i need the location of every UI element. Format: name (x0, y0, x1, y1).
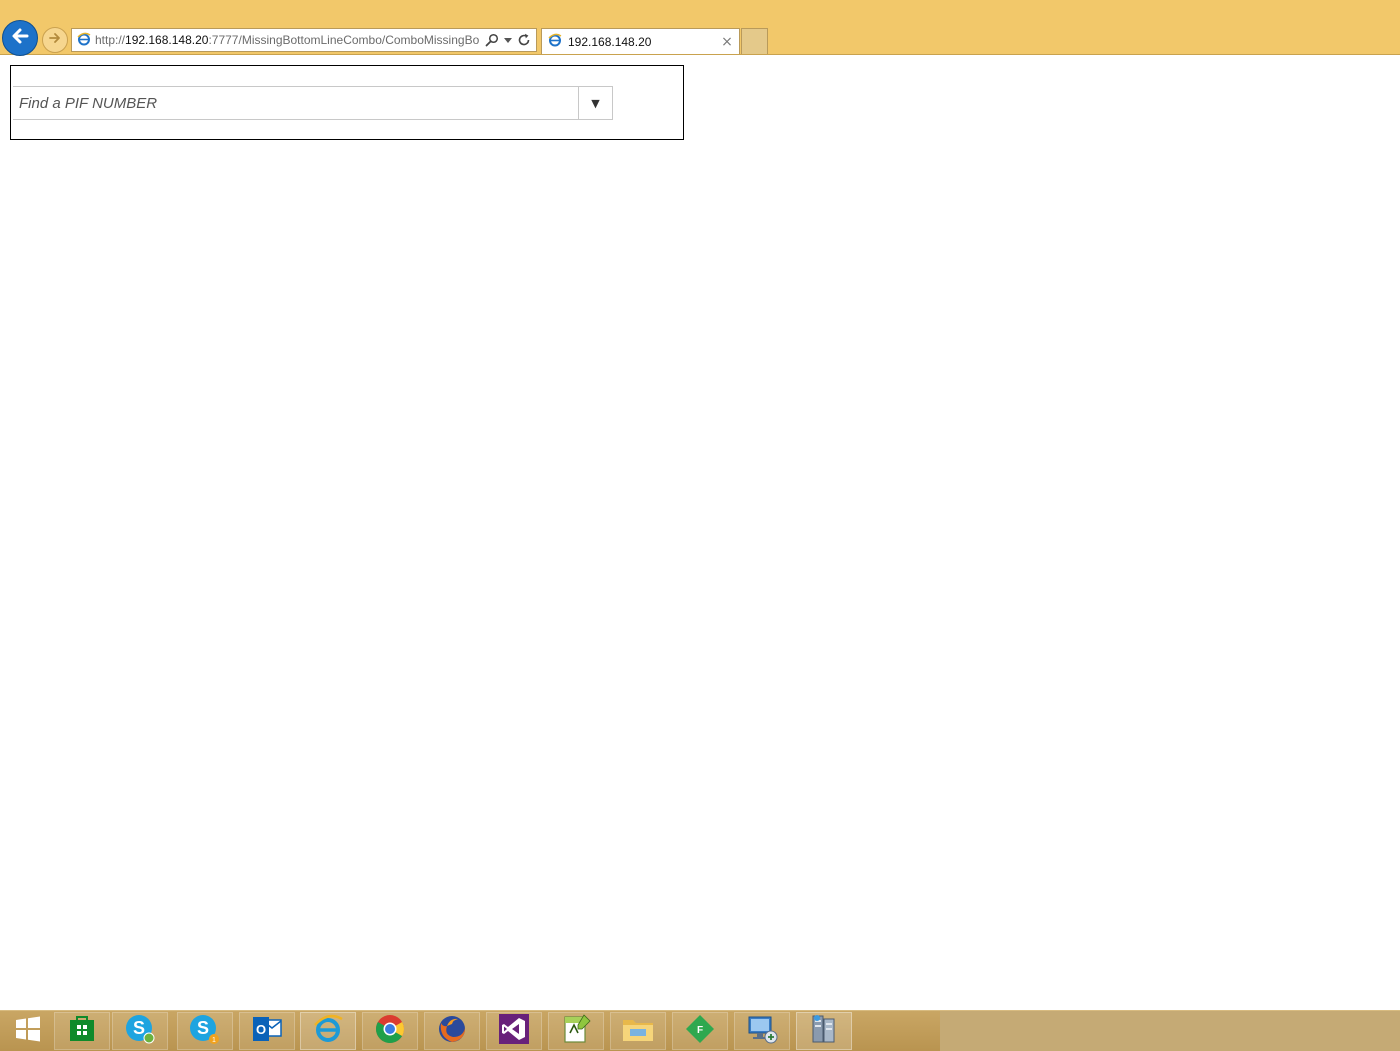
visual-studio-icon (498, 1013, 530, 1049)
taskbar-server-manager[interactable] (796, 1012, 852, 1050)
taskbar-store[interactable] (54, 1012, 110, 1050)
browser-chrome: http://192.168.148.20:7777/MissingBottom… (0, 0, 1400, 56)
start-button[interactable] (0, 1012, 56, 1050)
taskbar: S S 1 O F (0, 1010, 1400, 1051)
skype-desktop-icon: S 1 (189, 1013, 221, 1049)
taskbar-visual-studio[interactable] (486, 1012, 542, 1050)
pif-number-input[interactable] (13, 87, 578, 119)
taskbar-chrome[interactable] (362, 1012, 418, 1050)
file-explorer-icon (621, 1014, 655, 1048)
server-manager-icon (807, 1013, 841, 1049)
ie-page-icon (77, 31, 91, 50)
browser-tab[interactable]: 192.168.148.20 × (541, 28, 740, 54)
back-arrow-icon (9, 25, 31, 51)
outlook-icon: O (251, 1014, 283, 1048)
firefox-icon (436, 1013, 468, 1049)
tab-title: 192.168.148.20 (568, 34, 652, 49)
new-tab-button[interactable] (741, 28, 768, 54)
url-path: :7777/MissingBottomLineCombo/ComboMissin… (208, 33, 480, 47)
taskbar-notepad-plus-plus[interactable] (548, 1012, 604, 1050)
taskbar-internet-explorer[interactable] (300, 1012, 356, 1050)
svg-text:1: 1 (212, 1037, 216, 1044)
taskbar-file-explorer[interactable] (610, 1012, 666, 1050)
taskbar-remote-desktop[interactable] (734, 1012, 790, 1050)
chrome-icon (374, 1013, 406, 1049)
url-prefix: http:// (95, 33, 126, 47)
svg-text:O: O (256, 1022, 266, 1037)
dropdown-arrow-icon: ▼ (591, 96, 600, 110)
combo-dropdown-button[interactable]: ▼ (578, 87, 612, 119)
taskbar-skype[interactable]: S (112, 1012, 168, 1050)
forward-button[interactable] (42, 27, 68, 53)
address-bar-actions (485, 33, 531, 47)
refresh-icon[interactable] (517, 33, 531, 47)
back-button[interactable] (2, 20, 38, 56)
forward-arrow-icon (47, 30, 63, 50)
url-text[interactable]: http://192.168.148.20:7777/MissingBottom… (95, 33, 481, 47)
skype-icon: S (124, 1013, 156, 1049)
close-icon[interactable]: × (719, 34, 735, 50)
svg-text:F: F (697, 1025, 703, 1036)
pif-number-combo[interactable]: ▼ (13, 86, 613, 120)
remote-desktop-icon (745, 1013, 779, 1049)
green-diamond-app-icon: F (684, 1013, 716, 1049)
notepad-plus-plus-icon (560, 1013, 592, 1049)
ie-tab-icon (548, 32, 562, 51)
url-host: 192.168.148.20 (125, 33, 209, 47)
svg-text:S: S (133, 1018, 145, 1038)
content-container: ▼ (10, 65, 684, 140)
address-bar[interactable]: http://192.168.148.20:7777/MissingBottom… (71, 28, 537, 52)
search-icon[interactable] (485, 33, 499, 47)
taskbar-green-diamond-app[interactable]: F (672, 1012, 728, 1050)
windows-start-icon (14, 1015, 42, 1047)
taskbar-empty-area (940, 1011, 1400, 1051)
svg-text:S: S (197, 1018, 209, 1038)
taskbar-skype-desktop[interactable]: S 1 (177, 1012, 233, 1050)
internet-explorer-icon (312, 1013, 344, 1049)
chevron-down-icon[interactable] (504, 36, 512, 44)
taskbar-firefox[interactable] (424, 1012, 480, 1050)
taskbar-outlook[interactable]: O (239, 1012, 295, 1050)
windows-store-icon (67, 1014, 97, 1048)
